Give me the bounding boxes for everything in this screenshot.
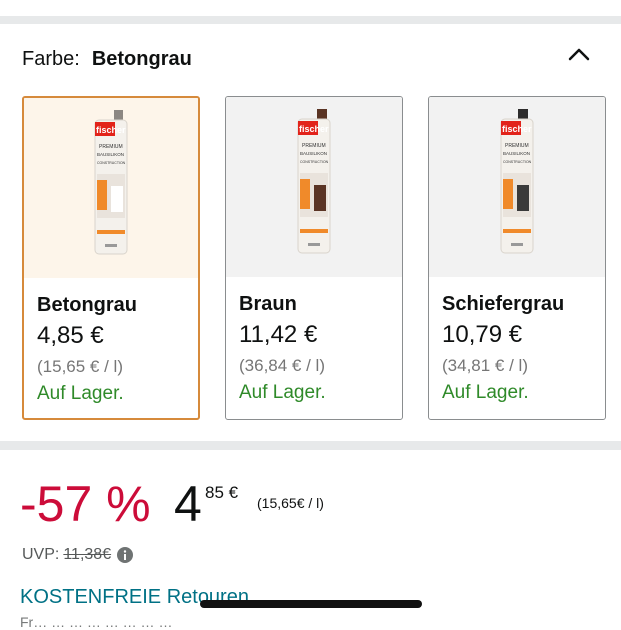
home-indicator[interactable] [200,600,422,608]
price-per-unit: (15,65€ / l) [257,495,324,511]
product-image: fischer PREMIUM BAUSILIKON CONSTRUCTION [429,97,605,277]
uvp-value: 11,38€ [63,546,112,563]
variation-label: Farbe: [22,47,80,70]
option-stock-status: Auf Lager. [239,382,326,403]
svg-text:PREMIUM: PREMIUM [99,144,123,150]
list-price: UVP: 11,38€ [22,546,134,564]
svg-text:fischer: fischer [96,125,126,135]
info-icon[interactable] [117,547,134,563]
option-name: Braun [239,293,297,315]
svg-text:PREMIUM: PREMIUM [302,143,326,149]
option-price: 11,42 € [239,321,318,348]
discount-percent: -57 % [20,476,151,532]
option-stock-status: Auf Lager. [37,383,124,404]
svg-text:CONSTRUCTION: CONSTRUCTION [503,160,532,164]
svg-text:PREMIUM: PREMIUM [505,143,529,149]
silicone-cartridge-image: fischer PREMIUM BAUSILIKON CONSTRUCTION [94,110,128,255]
svg-text:CONSTRUCTION: CONSTRUCTION [300,160,329,164]
svg-text:BAUSILIKON: BAUSILIKON [300,151,327,156]
product-image: fischer PREMIUM BAUSILIKON CONSTRUCTION [226,97,402,277]
price-cents: 85 € [205,483,239,502]
product-image: fischer PREMIUM BAUSILIKON CONSTRUCTION [24,98,198,278]
silicone-cartridge-image: fischer PREMIUM BAUSILIKON CONSTRUCTION [297,109,331,254]
uvp-label: UVP: [22,546,60,563]
option-price: 10,79 € [442,321,523,348]
chevron-up-icon [568,48,590,61]
variation-option-braun[interactable]: fischer PREMIUM BAUSILIKON CONSTRUCTION … [225,96,403,420]
option-price: 4,85 € [37,322,104,349]
option-unit-price: (36,84 € / l) [239,356,325,375]
variation-options: fischer PREMIUM BAUSILIKON CONSTRUCTION … [22,96,608,422]
svg-text:BAUSILIKON: BAUSILIKON [503,151,530,156]
option-stock-status: Auf Lager. [442,382,529,403]
cutoff-text: Fr… … … … … … … … [20,614,173,630]
collapse-button[interactable] [565,42,593,66]
silicone-cartridge-image: fischer PREMIUM BAUSILIKON CONSTRUCTION [500,109,534,254]
svg-text:fischer: fischer [299,124,329,134]
option-name: Betongrau [37,294,137,316]
svg-text:CONSTRUCTION: CONSTRUCTION [97,161,126,165]
variation-header: Farbe: Betongrau [22,44,192,74]
variation-option-schiefergrau[interactable]: fischer PREMIUM BAUSILIKON CONSTRUCTION … [428,96,606,420]
option-unit-price: (15,65 € / l) [37,357,123,376]
variation-option-betongrau[interactable]: fischer PREMIUM BAUSILIKON CONSTRUCTION … [22,96,200,420]
option-name: Schiefergrau [442,293,565,315]
svg-text:BAUSILIKON: BAUSILIKON [97,152,124,157]
price-whole: 4 [174,476,202,532]
variation-selected-value: Betongrau [91,47,192,70]
section-divider [0,441,621,450]
option-unit-price: (34,81 € / l) [442,356,528,375]
svg-text:fischer: fischer [502,124,532,134]
top-divider [0,16,621,24]
